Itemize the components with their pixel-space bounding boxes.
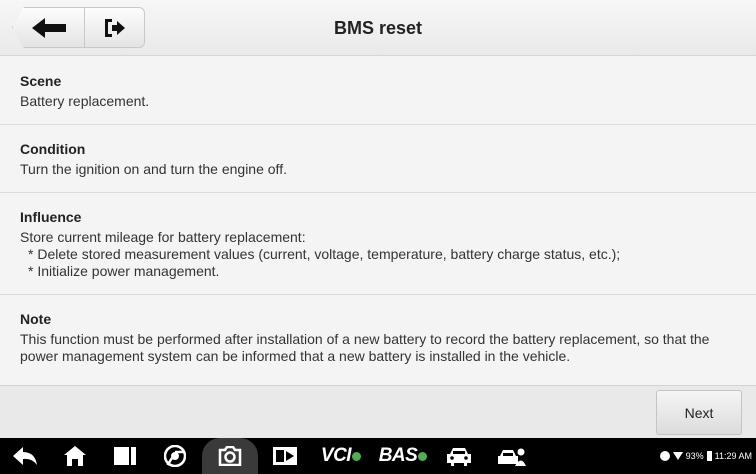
exit-icon bbox=[104, 18, 125, 37]
browser-button[interactable] bbox=[150, 438, 200, 474]
exit-button[interactable] bbox=[85, 7, 145, 48]
back-nav-button[interactable] bbox=[0, 438, 50, 474]
vci-button[interactable]: VCI bbox=[310, 438, 372, 474]
system-taskbar: VCI BAS 93% 11:29 AM bbox=[0, 438, 756, 474]
section-scene: Scene Battery replacement. bbox=[0, 57, 756, 125]
info-panel[interactable]: Scene Battery replacement. Condition Tur… bbox=[0, 57, 756, 385]
section-title: Condition bbox=[20, 141, 86, 157]
section-title: Influence bbox=[20, 209, 82, 225]
remote-expert-button[interactable] bbox=[484, 438, 540, 474]
bas-label: BAS bbox=[378, 445, 418, 466]
section-title: Note bbox=[20, 311, 52, 327]
camera-icon bbox=[218, 446, 242, 466]
recent-apps-button[interactable] bbox=[100, 438, 150, 474]
section-condition: Condition Turn the ignition on and turn … bbox=[0, 125, 756, 193]
chrome-icon bbox=[164, 445, 186, 467]
bluetooth-badge-icon bbox=[418, 451, 428, 461]
status-area: 93% 11:29 AM bbox=[659, 438, 752, 474]
screen-record-button[interactable] bbox=[260, 438, 310, 474]
back-arrow-icon bbox=[13, 447, 37, 465]
vehicle-button[interactable] bbox=[434, 438, 484, 474]
battery-percent: 93% bbox=[685, 451, 704, 461]
battery-icon bbox=[706, 451, 712, 461]
next-button[interactable]: Next bbox=[656, 390, 742, 435]
screen-mirror-icon bbox=[273, 447, 297, 465]
home-icon bbox=[64, 446, 86, 466]
recent-apps-icon bbox=[114, 447, 136, 465]
clock: 11:29 AM bbox=[714, 451, 752, 461]
home-button[interactable] bbox=[50, 438, 100, 474]
car-icon bbox=[447, 448, 471, 466]
camera-highlight bbox=[202, 438, 258, 474]
section-influence: Influence Store current mileage for batt… bbox=[0, 193, 756, 295]
wifi-icon bbox=[672, 452, 683, 460]
car-user-icon bbox=[498, 448, 526, 466]
nav-button-group bbox=[12, 7, 158, 48]
bluetooth-icon bbox=[659, 451, 670, 461]
top-bar: BMS reset bbox=[0, 0, 756, 56]
bottom-action-bar: Next bbox=[0, 385, 756, 438]
section-body: Battery replacement. bbox=[20, 93, 150, 109]
section-body: Turn the ignition on and turn the engine… bbox=[20, 161, 287, 177]
vci-label: VCI bbox=[320, 445, 352, 466]
list-item: * Initialize power management. bbox=[28, 263, 220, 279]
section-note: Note This function must be performed aft… bbox=[0, 295, 756, 379]
back-arrow-icon bbox=[31, 17, 66, 38]
section-body: Store current mileage for battery replac… bbox=[20, 229, 306, 245]
camera-button[interactable] bbox=[200, 438, 260, 474]
section-title: Scene bbox=[20, 73, 62, 89]
back-button[interactable] bbox=[12, 7, 85, 48]
section-body: This function must be performed after in… bbox=[20, 331, 710, 364]
bas-button[interactable]: BAS bbox=[372, 438, 434, 474]
list-item: * Delete stored measurement values (curr… bbox=[28, 246, 621, 262]
bluetooth-badge-icon bbox=[352, 451, 362, 461]
